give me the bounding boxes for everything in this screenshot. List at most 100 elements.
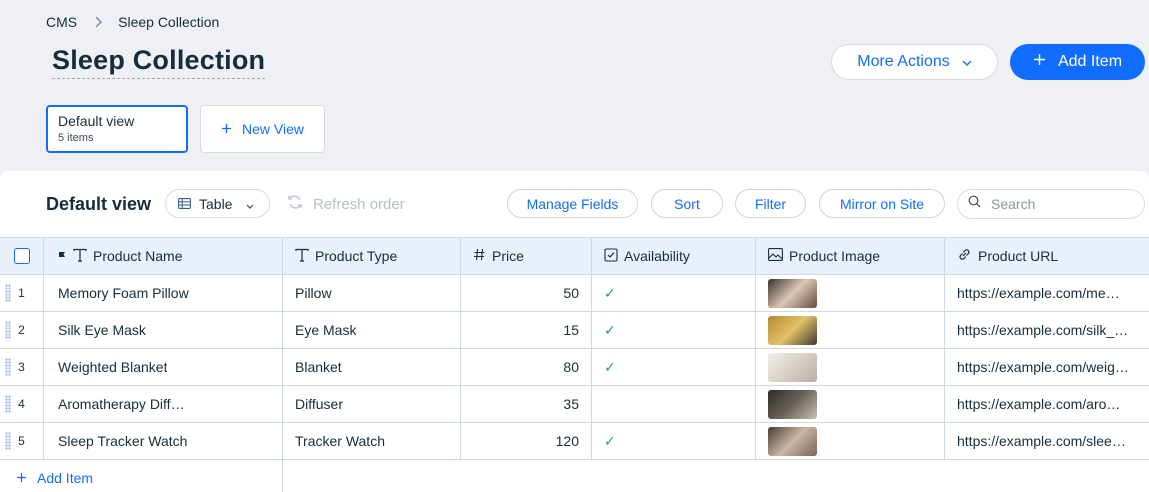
cell-product-image[interactable] xyxy=(756,275,945,311)
cell-product-image[interactable] xyxy=(756,312,945,348)
cell-availability[interactable]: ✓ xyxy=(592,349,756,385)
cell-product-name[interactable]: Memory Foam Pillow xyxy=(44,275,283,311)
cell-product-url[interactable]: https://example.com/aro… xyxy=(945,386,1149,422)
product-type: Eye Mask xyxy=(295,322,357,338)
cell-product-url[interactable]: https://example.com/weig… xyxy=(945,349,1149,385)
cell-product-url[interactable]: https://example.com/slee… xyxy=(945,423,1149,459)
column-header-product-url[interactable]: Product URL xyxy=(945,238,1149,274)
product-url: https://example.com/silk_… xyxy=(957,322,1129,338)
column-header-product-type[interactable]: Product Type xyxy=(283,238,461,274)
product-thumbnail[interactable] xyxy=(768,278,817,308)
drag-handle-icon[interactable] xyxy=(5,358,11,376)
view-type-dropdown[interactable]: Table xyxy=(165,189,270,218)
search-box[interactable] xyxy=(957,189,1145,219)
price: 35 xyxy=(563,396,579,412)
cell-product-image[interactable] xyxy=(756,423,945,459)
row-number-cell: 5 xyxy=(0,423,44,459)
row-number: 4 xyxy=(18,397,25,411)
add-item-row-button[interactable]: Add Item xyxy=(0,460,283,492)
cell-product-name[interactable]: Sleep Tracker Watch xyxy=(44,423,283,459)
text-type-icon xyxy=(295,248,309,265)
drag-handle-icon[interactable] xyxy=(5,395,11,413)
select-all-checkbox[interactable] xyxy=(13,248,30,264)
cell-product-image[interactable] xyxy=(756,349,945,385)
cell-product-name[interactable]: Weighted Blanket xyxy=(44,349,283,385)
manage-fields-button[interactable]: Manage Fields xyxy=(507,189,638,218)
cell-product-type[interactable]: Tracker Watch xyxy=(283,423,461,459)
cell-availability[interactable] xyxy=(592,386,756,422)
cell-product-url[interactable]: https://example.com/silk_… xyxy=(945,312,1149,348)
table-row[interactable]: 5 Sleep Tracker Watch Tracker Watch 120 ✓ htt… xyxy=(0,423,1149,460)
product-thumbnail[interactable] xyxy=(768,315,817,345)
product-type: Blanket xyxy=(295,359,342,375)
new-view-label: New View xyxy=(242,121,304,137)
column-header-availability[interactable]: Availability xyxy=(592,238,756,274)
row-number: 5 xyxy=(18,434,25,448)
price: 15 xyxy=(563,322,579,338)
text-type-icon xyxy=(73,248,87,265)
cell-product-name[interactable]: Silk Eye Mask xyxy=(44,312,283,348)
row-number-cell: 3 xyxy=(0,349,44,385)
price: 120 xyxy=(555,433,579,449)
filter-button[interactable]: Filter xyxy=(735,189,806,218)
cell-availability[interactable]: ✓ xyxy=(592,312,756,348)
more-actions-button[interactable]: More Actions xyxy=(831,44,998,80)
column-label: Availability xyxy=(624,248,690,264)
cell-product-type[interactable]: Blanket xyxy=(283,349,461,385)
price: 80 xyxy=(563,359,579,375)
cell-price[interactable]: 15 xyxy=(461,312,592,348)
add-item-button[interactable]: Add Item xyxy=(1010,44,1145,80)
cell-product-name[interactable]: Aromatherapy Diff… xyxy=(44,386,283,422)
primary-flag-icon xyxy=(58,248,67,264)
cell-price[interactable]: 35 xyxy=(461,386,592,422)
product-thumbnail[interactable] xyxy=(768,426,817,456)
product-type: Diffuser xyxy=(295,396,343,412)
refresh-order-button[interactable]: Refresh order xyxy=(287,195,405,213)
cell-product-image[interactable] xyxy=(756,386,945,422)
product-url: https://example.com/weig… xyxy=(957,359,1129,375)
drag-handle-icon[interactable] xyxy=(5,284,11,302)
cell-product-type[interactable]: Pillow xyxy=(283,275,461,311)
row-number: 2 xyxy=(18,323,25,337)
table-row[interactable]: 1 Memory Foam Pillow Pillow 50 ✓ https://exam… xyxy=(0,275,1149,312)
table-row[interactable]: 4 Aromatherapy Diff… Diffuser 35 https://exa… xyxy=(0,386,1149,423)
column-header-product-name[interactable]: Product Name xyxy=(44,238,283,274)
checkmark-icon: ✓ xyxy=(604,358,616,375)
drag-handle-icon[interactable] xyxy=(5,321,11,339)
view-card-default[interactable]: Default view 5 items xyxy=(46,105,188,153)
product-thumbnail[interactable] xyxy=(768,352,817,382)
checkmark-icon: ✓ xyxy=(604,432,616,449)
cell-product-type[interactable]: Eye Mask xyxy=(283,312,461,348)
new-view-button[interactable]: New View xyxy=(200,105,325,153)
table-row[interactable]: 3 Weighted Blanket Blanket 80 ✓ https://examp… xyxy=(0,349,1149,386)
cell-price[interactable]: 120 xyxy=(461,423,592,459)
drag-handle-icon[interactable] xyxy=(5,432,11,450)
column-header-price[interactable]: Price xyxy=(461,238,592,274)
refresh-order-label: Refresh order xyxy=(313,195,405,213)
search-input[interactable] xyxy=(991,196,1131,212)
cell-availability[interactable]: ✓ xyxy=(592,275,756,311)
product-url: https://example.com/aro… xyxy=(957,396,1121,412)
page-title[interactable]: Sleep Collection xyxy=(52,45,266,79)
product-name: Sleep Tracker Watch xyxy=(58,433,188,449)
price: 50 xyxy=(563,285,579,301)
add-item-row-label: Add Item xyxy=(37,469,94,486)
product-thumbnail[interactable] xyxy=(768,389,817,419)
search-icon xyxy=(968,195,981,213)
cell-price[interactable]: 50 xyxy=(461,275,592,311)
cell-availability[interactable]: ✓ xyxy=(592,423,756,459)
table-row[interactable]: 2 Silk Eye Mask Eye Mask 15 ✓ https://example… xyxy=(0,312,1149,349)
column-label: Product Image xyxy=(789,248,881,264)
product-url: https://example.com/me… xyxy=(957,285,1120,301)
checkmark-icon: ✓ xyxy=(604,321,616,338)
cell-price[interactable]: 80 xyxy=(461,349,592,385)
product-type: Pillow xyxy=(295,285,332,301)
row-number: 3 xyxy=(18,360,25,374)
breadcrumb-cms[interactable]: CMS xyxy=(46,14,77,30)
mirror-on-site-button[interactable]: Mirror on Site xyxy=(819,189,945,218)
sort-button[interactable]: Sort xyxy=(651,189,723,218)
cell-product-type[interactable]: Diffuser xyxy=(283,386,461,422)
chevron-down-icon xyxy=(962,53,972,71)
cell-product-url[interactable]: https://example.com/me… xyxy=(945,275,1149,311)
column-header-product-image[interactable]: Product Image xyxy=(756,238,945,274)
